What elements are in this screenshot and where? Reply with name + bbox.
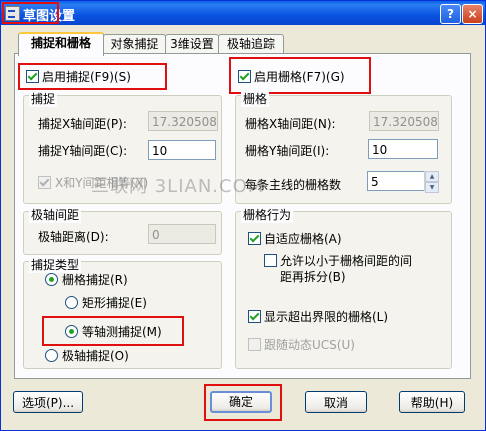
close-icon[interactable]: × xyxy=(462,4,483,24)
polar-snap-radio[interactable] xyxy=(45,349,58,362)
grid-y-input[interactable]: 10 xyxy=(368,139,438,159)
help-button[interactable]: 帮助(H) xyxy=(399,391,465,413)
adaptive-grid-checkbox[interactable] xyxy=(248,232,261,245)
polar-spacing-group: 极轴间距 极轴距离(D): 0 xyxy=(23,206,222,255)
grid-group: 栅格 栅格X轴间距(N): 17.32050807 栅格Y轴间距(I): 10 … xyxy=(235,90,452,204)
spin-down-icon[interactable]: ▼ xyxy=(425,182,439,193)
help-icon[interactable]: ? xyxy=(440,4,461,24)
grid-x-label: 栅格X轴间距(N): xyxy=(245,117,336,131)
options-button[interactable]: 选项(P)... xyxy=(13,391,83,413)
spin-up-icon[interactable]: ▲ xyxy=(425,171,439,182)
snap-equal-checkbox[interactable] xyxy=(38,176,51,189)
cancel-button[interactable]: 取消 xyxy=(305,391,367,413)
grid-major-input[interactable]: 5 xyxy=(367,171,425,191)
iso-snap-highlight xyxy=(42,316,184,346)
rect-snap-label[interactable]: 矩形捕捉(E) xyxy=(82,294,147,311)
subdivide-label-line2[interactable]: 距再拆分(B) xyxy=(280,268,346,285)
grid-major-spinner[interactable]: ▲ ▼ xyxy=(424,171,439,193)
enable-grid-highlight xyxy=(229,57,371,94)
grid-snap-radio[interactable] xyxy=(45,273,58,286)
title-highlight xyxy=(2,2,59,24)
title-bar[interactable]: 草图设置 ? × xyxy=(1,1,485,25)
follow-ucs-checkbox[interactable] xyxy=(248,338,261,351)
watermark: 三联网 3LIAN.COM xyxy=(91,176,265,197)
follow-ucs-label: 跟随动态UCS(U) xyxy=(264,338,355,352)
ok-highlight xyxy=(204,384,282,421)
drafting-settings-dialog: 草图设置 ? × 捕捉和栅格 对象捕捉 3维设置 极轴追踪 启用捕捉(F9)(S… xyxy=(0,0,486,431)
snap-y-label: 捕捉Y轴间距(C): xyxy=(38,144,128,158)
tab-polar-tracking[interactable]: 极轴追踪 xyxy=(218,34,284,54)
grid-group-title: 栅格 xyxy=(241,90,270,107)
snap-y-input[interactable]: 10 xyxy=(148,140,216,160)
tab-object-snap[interactable]: 对象捕捉 xyxy=(103,34,166,54)
beyond-limits-checkbox[interactable] xyxy=(248,310,261,323)
beyond-limits-label[interactable]: 显示超出界限的栅格(L) xyxy=(264,308,388,325)
snap-x-input[interactable]: 17.32050807 xyxy=(148,111,218,131)
snap-group-title: 捕捉 xyxy=(29,90,58,107)
subdivide-checkbox[interactable] xyxy=(264,254,277,267)
polar-distance-input[interactable]: 0 xyxy=(148,224,216,244)
tab-snap-and-grid[interactable]: 捕捉和栅格 xyxy=(18,32,104,56)
subdivide-label-line1[interactable]: 允许以小于栅格间距的间 xyxy=(280,252,412,269)
grid-y-label: 栅格Y轴间距(I): xyxy=(245,144,330,158)
grid-snap-label[interactable]: 栅格捕捉(R) xyxy=(62,271,128,288)
tab-panel: 启用捕捉(F9)(S) 启用栅格(F7)(G) 捕捉 捕捉X轴间距(P): 17… xyxy=(14,53,471,379)
tab-3d-settings[interactable]: 3维设置 xyxy=(165,34,219,54)
polar-snap-label[interactable]: 极轴捕捉(O) xyxy=(62,347,129,364)
grid-x-input[interactable]: 17.32050807 xyxy=(369,111,439,131)
polar-distance-label: 极轴距离(D): xyxy=(38,230,109,244)
enable-snap-highlight xyxy=(18,63,167,90)
snap-x-label: 捕捉X轴间距(P): xyxy=(38,117,127,131)
rect-snap-radio[interactable] xyxy=(65,296,78,309)
adaptive-grid-label[interactable]: 自适应栅格(A) xyxy=(264,230,342,247)
grid-behavior-group: 栅格行为 自适应栅格(A) 允许以小于栅格间距的间 距再拆分(B) 显示超出界限… xyxy=(235,206,452,369)
grid-behavior-title: 栅格行为 xyxy=(241,206,294,223)
polar-group-title: 极轴间距 xyxy=(29,206,82,223)
snap-type-group: 捕捉类型 栅格捕捉(R) 矩形捕捉(E) 等轴测捕捉(M) 极轴捕捉(O) xyxy=(23,256,222,369)
